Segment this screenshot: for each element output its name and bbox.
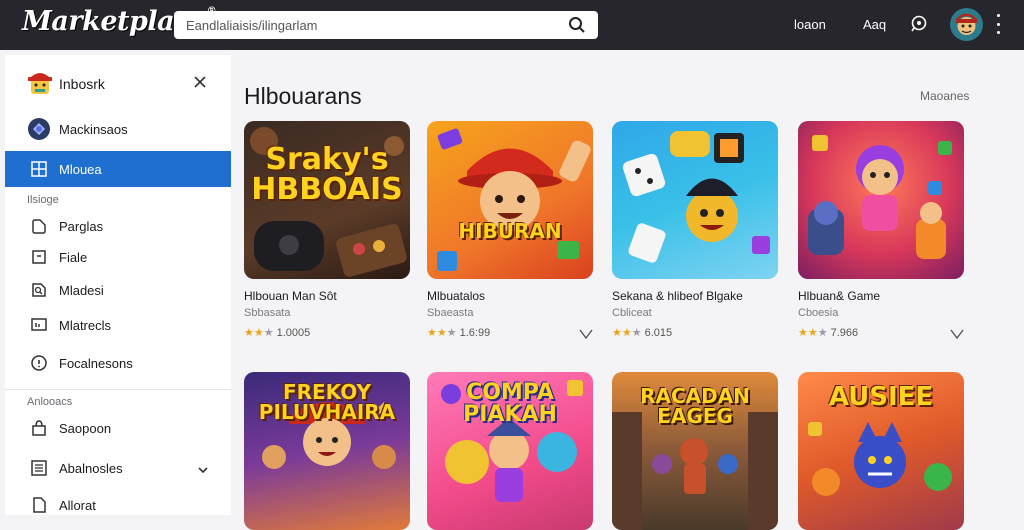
game-thumbnail[interactable]	[612, 121, 778, 279]
favorite-heart-icon[interactable]	[950, 326, 964, 344]
rating-stars-icon: ★★★	[427, 327, 457, 339]
game-card[interactable]: FREKOY PILUVHAIRA	[244, 372, 412, 530]
sidebar-title: Inbosrk	[59, 76, 105, 92]
doc-icon	[30, 496, 48, 514]
monitor-icon	[30, 316, 48, 334]
user-avatar[interactable]	[950, 8, 983, 41]
game-title-art: AUSIEE	[828, 382, 934, 412]
game-thumbnail[interactable]: Sraky's HBBOAIS	[244, 121, 410, 279]
sidebar-item-mlouea[interactable]: Mlouea	[5, 151, 231, 187]
info-icon	[30, 354, 48, 372]
file-icon	[30, 248, 48, 266]
game-thumbnail[interactable]: COMPA PIAKAH	[427, 372, 593, 530]
sidebar-item-abalnosles[interactable]: Abalnosles	[5, 450, 231, 486]
game-thumbnail[interactable]: RACADAN EAGEG	[612, 372, 778, 530]
sidebar-section-label: Ilsioge	[27, 194, 59, 206]
list-icon	[30, 459, 48, 477]
page-title: Hlbouarans	[244, 83, 362, 109]
sidebar-item-allorat[interactable]: Allorat	[5, 487, 231, 523]
sidebar-divider	[5, 389, 231, 390]
sidebar-item-label: Mlatrecls	[59, 318, 112, 333]
sidebar-item-label: Mlouea	[59, 162, 102, 177]
game-thumbnail[interactable]	[798, 121, 964, 279]
game-card[interactable]: COMPA PIAKAH	[427, 372, 595, 530]
notification-icon[interactable]	[910, 14, 928, 37]
rating-stars-icon: ★★★	[612, 327, 642, 339]
globe-icon	[27, 117, 51, 141]
game-title-art: COMPA PIAKAH	[463, 380, 557, 427]
rating-value: 1.0005	[276, 326, 311, 339]
sidebar-item-label: Saopoon	[59, 421, 112, 436]
sidebar-item-label: Abalnosles	[59, 461, 123, 476]
game-card[interactable]: HIBURAN Mlbuatalos Sbaeasta ★★★ 1.6:99	[427, 121, 595, 340]
profile-avatar-icon	[27, 69, 53, 97]
sidebar-item-mackinsaos[interactable]: Mackinsaos	[5, 111, 231, 147]
favorite-heart-icon[interactable]	[579, 326, 593, 344]
bag-icon	[30, 419, 48, 437]
game-rating: ★★★ 1.6:99	[427, 326, 491, 340]
tag-icon	[30, 217, 48, 235]
game-title-art: RACADAN EAGEG	[640, 384, 750, 428]
game-category: Sbaeasta	[427, 307, 474, 319]
rating-value: 7.966	[830, 326, 859, 339]
grid-icon	[30, 160, 48, 178]
game-category: Cboesia	[798, 307, 839, 319]
sidebar-item-mlatrecls[interactable]: Mlatrecls	[5, 307, 231, 343]
rating-value: 1.6:99	[459, 326, 491, 339]
game-category: Cbliceat	[612, 307, 652, 319]
game-title-art: FREKOY PILUVHAIRA	[258, 380, 396, 424]
more-menu-icon[interactable]	[996, 14, 1000, 34]
sidebar-item-label: Focalnesons	[59, 356, 133, 371]
chevron-down-icon[interactable]	[197, 462, 209, 480]
sidebar: Inbosrk Mackinsaos Mlouea Ilsioge Pargla…	[5, 55, 231, 515]
game-title-art: Sraky's HBBOAIS	[251, 142, 403, 207]
game-category: Sbbasata	[244, 307, 291, 319]
sidebar-item-fiale[interactable]: Fiale	[5, 239, 231, 275]
game-card[interactable]: Sraky's HBBOAIS Hlbouan Man Sôt Sbbasata…	[244, 121, 412, 339]
sidebar-item-label: Mackinsaos	[59, 122, 128, 137]
top-link-2[interactable]: Aaq	[863, 17, 886, 32]
top-bar: Marketplace® loaon Aaq	[0, 0, 1024, 50]
rating-stars-icon: ★★★	[244, 327, 274, 339]
search-doc-icon	[30, 281, 48, 299]
game-name: Sekana & hlibeof Blgake	[612, 289, 743, 303]
game-rating: ★★★ 1.0005	[244, 326, 311, 340]
close-icon[interactable]	[193, 75, 207, 94]
search-input[interactable]	[186, 17, 556, 33]
top-link-1[interactable]: loaon	[794, 17, 826, 32]
sidebar-item-mladesi[interactable]: Mladesi	[5, 272, 231, 308]
game-thumbnail[interactable]: AUSIEE	[798, 372, 964, 530]
rating-stars-icon: ★★★	[798, 327, 828, 339]
game-card[interactable]: RACADAN EAGEG	[612, 372, 780, 530]
game-name: Hlbouan Man Sôt	[244, 289, 337, 303]
game-name: Mlbuatalos	[427, 289, 486, 303]
game-card[interactable]: Hlbuan& Game Cboesia ★★★ 7.966	[798, 121, 966, 340]
search-icon[interactable]	[568, 16, 586, 39]
sidebar-item-label: Allorat	[59, 498, 96, 513]
sidebar-item-label: Parglas	[59, 219, 104, 234]
more-link[interactable]: Maoanes	[920, 89, 969, 103]
rating-value: 6.015	[644, 326, 673, 339]
sidebar-section-label: Anlooacs	[27, 396, 73, 408]
search-bar[interactable]	[174, 11, 598, 39]
game-name: Hlbuan& Game	[798, 289, 881, 303]
game-thumbnail[interactable]: FREKOY PILUVHAIRA	[244, 372, 410, 530]
sidebar-header: Inbosrk	[5, 67, 231, 103]
game-thumbnail[interactable]: HIBURAN	[427, 121, 593, 279]
sidebar-item-label: Fiale	[59, 250, 88, 265]
sidebar-item-label: Mladesi	[59, 283, 104, 298]
game-card[interactable]: AUSIEE	[798, 372, 966, 530]
sidebar-item-saopoon[interactable]: Saopoon	[5, 410, 231, 446]
game-card[interactable]: Sekana & hlibeof Blgake Cbliceat ★★★ 6.01…	[612, 121, 780, 339]
game-rating: ★★★ 6.015	[612, 326, 673, 340]
game-rating: ★★★ 7.966	[798, 326, 859, 340]
sidebar-item-focalnesons[interactable]: Focalnesons	[5, 345, 231, 381]
game-title-art: HIBURAN	[458, 219, 562, 243]
